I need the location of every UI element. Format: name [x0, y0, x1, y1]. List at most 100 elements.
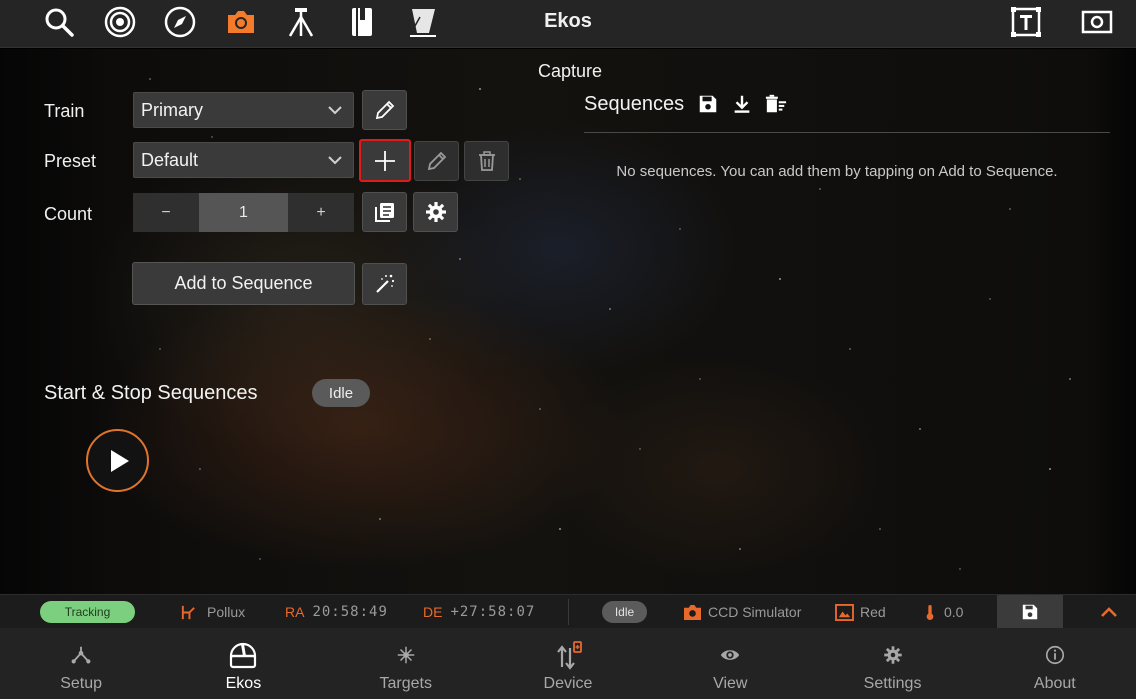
mount-icon	[181, 605, 195, 619]
chevron-down-icon	[328, 106, 342, 115]
train-value: Primary	[141, 99, 203, 120]
screen-capture-icon[interactable]	[1077, 4, 1117, 40]
plus-icon	[375, 150, 395, 171]
preset-select[interactable]: Default	[133, 142, 354, 178]
ra-readout: RA 20:58:49	[285, 595, 388, 629]
pencil-icon	[427, 151, 446, 171]
status-divider	[568, 599, 569, 625]
camera-icon[interactable]	[221, 4, 261, 40]
compass-icon[interactable]	[160, 4, 200, 40]
chevron-up-icon	[1101, 607, 1117, 617]
nav-label: Targets	[379, 675, 432, 692]
count-label: Count	[44, 204, 93, 224]
eye-icon	[715, 640, 745, 670]
nav-settings[interactable]: Settings	[811, 628, 973, 699]
temperature-value: 0.0	[944, 604, 964, 620]
save-sequence-icon[interactable]	[696, 92, 720, 116]
edit-train-button[interactable]	[362, 90, 407, 130]
sequences-title: Sequences	[584, 92, 685, 115]
preset-value: Default	[141, 149, 199, 170]
capture-settings-button[interactable]	[413, 192, 458, 232]
camera-name: CCD Simulator	[708, 604, 802, 620]
status-bar: Tracking Pollux RA 20:58:49 DE +27:58:07…	[0, 594, 1136, 629]
nav-label: About	[1033, 675, 1076, 692]
ra-label: RA	[285, 604, 305, 620]
preset-label: Preset	[44, 151, 97, 171]
flat-panel-icon[interactable]	[403, 4, 443, 40]
filter-icon	[835, 603, 854, 621]
target-name: Pollux	[207, 604, 246, 620]
empty-sequences-message: No sequences. You can add them by tappin…	[616, 163, 1058, 180]
magic-wand-button[interactable]	[362, 263, 407, 305]
nav-label: Ekos	[225, 675, 262, 692]
play-icon	[110, 449, 129, 472]
clear-queue-icon[interactable]	[764, 92, 788, 116]
add-preset-button[interactable]	[359, 139, 411, 182]
add-to-sequence-button[interactable]: Add to Sequence	[132, 262, 355, 305]
count-increment-button[interactable]: +	[288, 193, 354, 232]
nav-label: Device	[543, 675, 593, 692]
save-button[interactable]	[997, 595, 1063, 629]
de-value: +27:58:07	[450, 604, 536, 620]
expand-status-button[interactable]	[1094, 595, 1124, 629]
text-overlay-icon[interactable]	[1006, 4, 1046, 40]
device-icon	[553, 640, 583, 670]
pencil-icon	[375, 100, 394, 120]
section-title: Capture	[538, 61, 603, 81]
download-icon[interactable]	[730, 92, 754, 116]
thermometer-icon	[926, 604, 934, 620]
sequences-header: Sequences	[584, 92, 788, 116]
nav-setup[interactable]: Setup	[0, 628, 162, 699]
filter-status: Red	[835, 595, 886, 629]
temperature-status: 0.0	[925, 595, 963, 629]
de-readout: DE +27:58:07	[423, 595, 535, 629]
camera-status: CCD Simulator	[683, 595, 801, 629]
magic-wand-icon	[375, 274, 394, 293]
top-toolbar: Ekos	[0, 0, 1136, 48]
edit-preset-button[interactable]	[414, 141, 459, 181]
trash-icon	[478, 151, 495, 171]
start-sequence-button[interactable]	[86, 429, 149, 492]
capture-panel: Capture Train Primary Preset Default Cou…	[0, 49, 1136, 594]
count-stepper: − 1 +	[133, 193, 354, 232]
start-stop-title: Start & Stop Sequences	[44, 382, 258, 404]
nav-about[interactable]: About	[974, 628, 1136, 699]
notebook-icon[interactable]	[342, 4, 382, 40]
nav-view[interactable]: View	[649, 628, 811, 699]
tripod-icon[interactable]	[281, 4, 321, 40]
sequences-divider	[584, 132, 1110, 133]
mount-target: Pollux	[180, 595, 245, 629]
status-badge: Idle	[312, 379, 370, 407]
nav-label: Settings	[863, 675, 922, 692]
star-icon	[391, 640, 421, 670]
chevron-down-icon	[328, 156, 342, 165]
save-icon	[1022, 604, 1038, 620]
list-icon	[374, 203, 394, 222]
nav-label: Setup	[60, 675, 103, 692]
delete-preset-button[interactable]	[464, 141, 509, 181]
filter-name: Red	[860, 604, 886, 620]
nav-label: View	[713, 675, 748, 692]
nav-device[interactable]: Device	[487, 628, 649, 699]
gear-icon	[878, 640, 908, 670]
tracking-badge: Tracking	[40, 601, 135, 623]
nebula-background	[149, 78, 1071, 570]
nav-ekos[interactable]: Ekos	[162, 628, 324, 699]
capture-state-badge: Idle	[602, 601, 647, 623]
gear-icon	[425, 202, 446, 222]
target-icon[interactable]	[100, 4, 140, 40]
network-icon	[66, 640, 96, 670]
de-label: DE	[423, 604, 443, 620]
train-label: Train	[44, 101, 85, 121]
count-decrement-button[interactable]: −	[133, 193, 199, 232]
count-value[interactable]: 1	[199, 193, 288, 232]
camera-icon	[684, 604, 701, 620]
ra-value: 20:58:49	[312, 604, 388, 620]
nav-targets[interactable]: Targets	[325, 628, 487, 699]
observatory-icon	[228, 640, 258, 670]
search-icon[interactable]	[39, 4, 79, 40]
job-list-button[interactable]	[362, 192, 407, 232]
info-icon	[1040, 640, 1070, 670]
bottom-navigation: Setup Ekos Targets Device View Settings	[0, 628, 1136, 699]
train-select[interactable]: Primary	[133, 92, 354, 128]
